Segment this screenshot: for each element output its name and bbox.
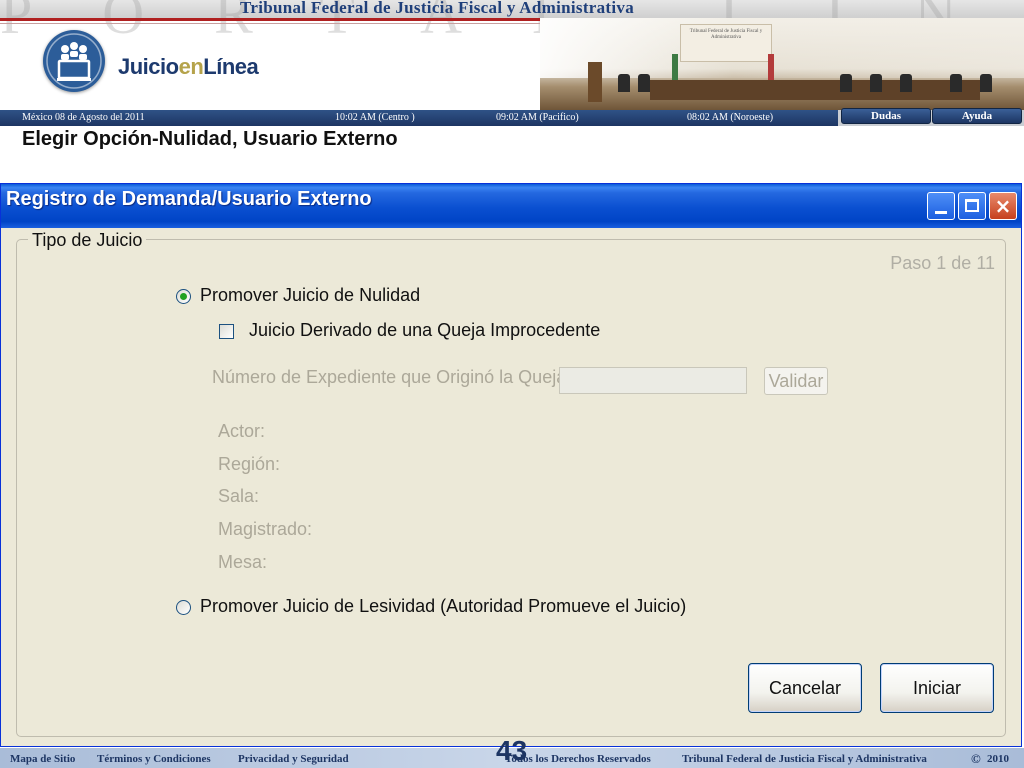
radio-nulidad-label[interactable]: Promover Juicio de Nulidad <box>200 285 420 306</box>
copyright-icon: © <box>971 751 981 766</box>
registro-demanda-window: Registro de Demanda/Usuario Externo × Ti… <box>0 183 1022 747</box>
close-icon: × <box>994 194 1012 218</box>
footer-copyright: Tribunal Federal de Justicia Fiscal y Ad… <box>682 753 927 765</box>
people-monitor-icon <box>43 30 105 92</box>
group-label: Tipo de Juicio <box>28 230 147 251</box>
time-pacifico: 09:02 AM (Pacifico) <box>496 112 579 123</box>
footer-year: 2010 <box>987 753 1009 765</box>
time-centro: 10:02 AM (Centro ) <box>335 112 415 123</box>
banner-red-line <box>0 18 540 21</box>
minimize-icon <box>935 211 947 214</box>
checkbox-queja-improcedente[interactable] <box>219 324 234 339</box>
juicio-en-linea-logo: JuicioenLínea <box>118 54 259 80</box>
radio-nulidad[interactable] <box>176 289 191 304</box>
radio-lesividad-label[interactable]: Promover Juicio de Lesividad (Autoridad … <box>200 596 686 617</box>
close-button[interactable]: × <box>989 192 1017 220</box>
actor-label: Actor: <box>218 421 266 441</box>
dudas-button[interactable]: Dudas <box>841 108 931 124</box>
checkbox-queja-improcedente-label[interactable]: Juicio Derivado de una Queja Improcedent… <box>249 320 600 341</box>
logo-text-linea: Línea <box>203 54 259 79</box>
slide-number: 43 <box>496 735 528 766</box>
date-time-bar: México 08 de Agosto del 2011 10:02 AM (C… <box>0 110 838 126</box>
page-title: Elegir Opción-Nulidad, Usuario Externo <box>22 128 398 150</box>
expediente-label: Número de Expediente que Originó la Quej… <box>212 367 567 387</box>
tribunal-title: Tribunal Federal de Justicia Fiscal y Ad… <box>240 0 635 17</box>
sala-label: Sala: <box>218 486 260 506</box>
validar-button[interactable]: Validar <box>764 367 828 395</box>
radio-lesividad[interactable] <box>176 600 191 615</box>
expediente-input[interactable] <box>559 367 747 394</box>
start-button[interactable]: Iniciar <box>880 663 994 713</box>
step-indicator: Paso 1 de 11 <box>890 253 995 273</box>
courtroom-photo: Tribunal Federal de Justicia Fiscal y Ad… <box>540 18 1024 110</box>
radio-selected-dot <box>180 293 187 300</box>
maximize-button[interactable] <box>958 192 986 220</box>
window-title: Registro de Demanda/Usuario Externo <box>6 188 372 210</box>
cancel-button[interactable]: Cancelar <box>748 663 862 713</box>
footer-link-privacidad[interactable]: Privacidad y Seguridad <box>238 753 349 765</box>
banner-red-line-thin <box>0 23 540 24</box>
time-noroeste: 08:02 AM (Noroeste) <box>687 112 774 123</box>
current-date: México 08 de Agosto del 2011 <box>22 112 145 123</box>
logo-text-en: en <box>178 54 204 79</box>
site-banner: PORTAL LINEA Tribunal Federal de Justici… <box>0 0 1024 110</box>
footer-link-terminos[interactable]: Términos y Condiciones <box>97 753 211 765</box>
magistrado-label: Magistrado: <box>218 519 313 539</box>
court-plaque: Tribunal Federal de Justicia Fiscal y Ad… <box>680 24 772 62</box>
window-titlebar[interactable]: Registro de Demanda/Usuario Externo × <box>1 184 1021 228</box>
clock-icon <box>588 62 602 102</box>
court-bench <box>650 80 980 100</box>
minimize-button[interactable] <box>927 192 955 220</box>
ayuda-button[interactable]: Ayuda <box>932 108 1022 124</box>
footer-link-mapa[interactable]: Mapa de Sitio <box>10 753 75 765</box>
mesa-label: Mesa: <box>218 552 268 572</box>
logo-text-juicio: Juicio <box>118 54 179 79</box>
maximize-icon <box>965 199 979 212</box>
region-label: Región: <box>218 454 281 474</box>
